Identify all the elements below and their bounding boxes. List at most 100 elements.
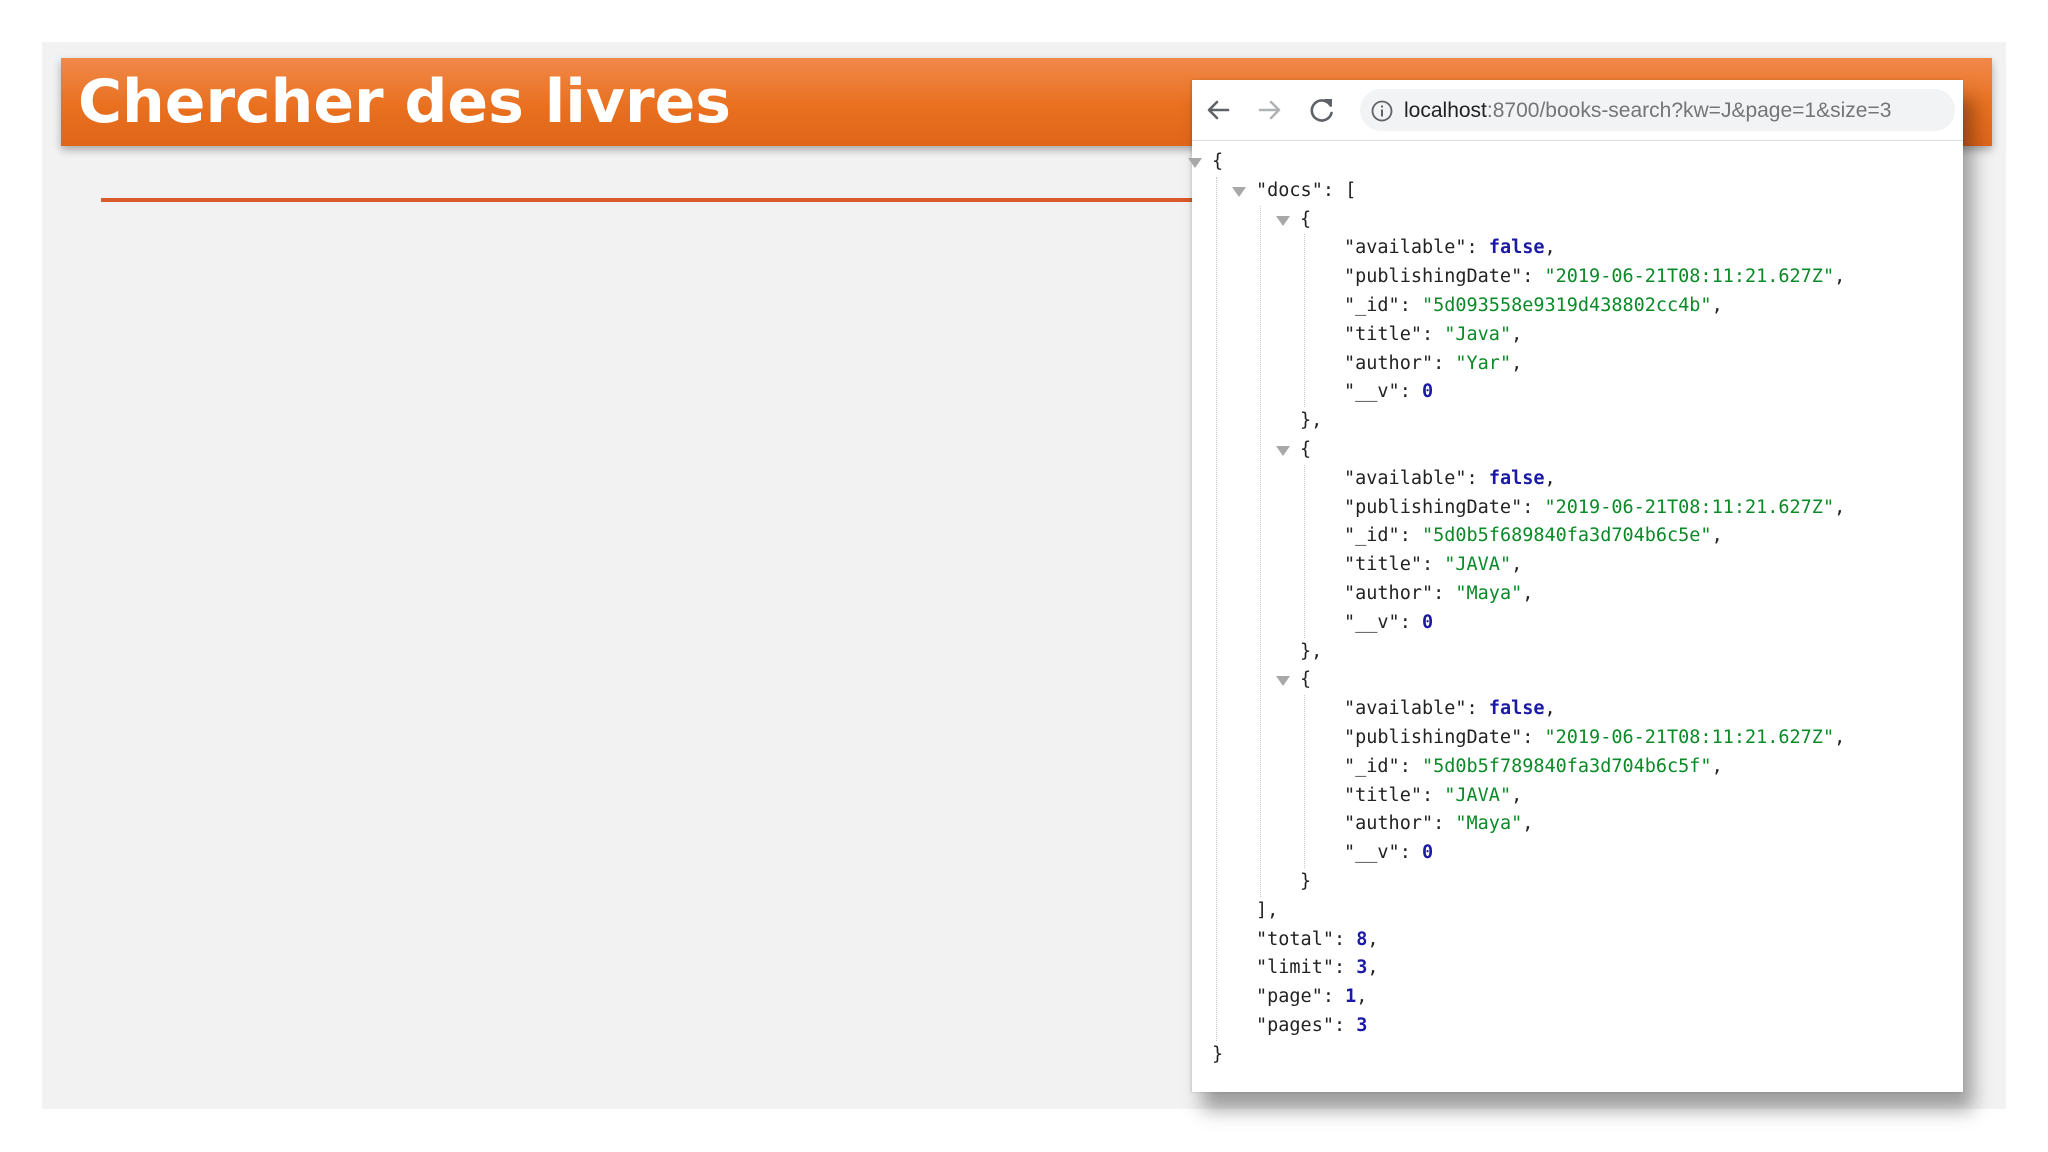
json-punctuation: :: [1399, 755, 1422, 777]
json-punctuation: ,: [1544, 698, 1556, 720]
json-punctuation: :: [1333, 1015, 1357, 1036]
json-punctuation: :: [1466, 698, 1489, 720]
json-punctuation: :: [1466, 467, 1489, 489]
json-key: "_id": [1344, 755, 1400, 777]
json-punctuation: ,: [1511, 323, 1523, 345]
json-punctuation: :: [1399, 525, 1422, 547]
title-underline: [101, 198, 1201, 202]
json-value: 1: [1345, 986, 1357, 1008]
indent-guide: [1260, 205, 1261, 897]
collapse-toggle-icon[interactable]: [1188, 158, 1202, 168]
json-value: 0: [1421, 842, 1434, 864]
indent-guide: [1304, 234, 1305, 408]
json-punctuation: : [: [1322, 179, 1357, 201]
json-punctuation: :: [1421, 554, 1445, 576]
json-key: "__v": [1344, 842, 1400, 864]
json-value: "2019-06-21T08:11:21.627Z": [1544, 266, 1835, 288]
json-punctuation: :: [1399, 611, 1422, 633]
collapse-toggle-icon[interactable]: [1276, 446, 1290, 456]
json-field: "author": "Yar",: [1344, 350, 1522, 378]
back-arrow-icon[interactable]: [1202, 94, 1234, 126]
json-value: false: [1488, 237, 1545, 259]
json-key: "title": [1344, 323, 1422, 345]
json-punctuation: ,: [1511, 784, 1523, 806]
url-host: localhost: [1404, 99, 1487, 122]
json-field: "publishingDate": "2019-06-21T08:11:21.6…: [1344, 263, 1845, 291]
json-field: "title": "Java",: [1344, 321, 1522, 349]
json-punctuation: :: [1333, 957, 1357, 979]
collapse-toggle-icon[interactable]: [1276, 676, 1290, 687]
json-punctuation: }: [1300, 871, 1312, 892]
json-object-open: {: [1300, 436, 1311, 464]
indent-guide: [1304, 464, 1305, 638]
json-viewer: { "docs": [ { "available": false, "publishin…: [1188, 146, 1963, 1086]
json-punctuation: {: [1300, 439, 1312, 460]
json-punctuation: },: [1300, 410, 1323, 432]
json-field: "_id": "5d0b5f689840fa3d704b6c5e",: [1344, 522, 1723, 550]
collapse-toggle-icon[interactable]: [1232, 186, 1246, 197]
json-punctuation: {: [1300, 669, 1312, 691]
json-punctuation: ,: [1544, 237, 1556, 259]
json-punctuation: ,: [1834, 727, 1846, 748]
json-punctuation: ,: [1522, 583, 1534, 604]
json-docs-close: ],: [1256, 897, 1278, 925]
json-docs-open: "docs": [: [1256, 177, 1356, 205]
json-punctuation: :: [1433, 352, 1456, 374]
info-icon[interactable]: [1370, 99, 1394, 123]
json-punctuation: :: [1522, 496, 1545, 518]
json-punctuation: :: [1522, 266, 1545, 288]
json-field: "author": "Maya",: [1344, 810, 1533, 838]
json-field: "page": 1,: [1256, 983, 1367, 1011]
json-root-open: {: [1212, 148, 1223, 176]
url-text[interactable]: localhost:8700/books-search?kw=J&page=1&…: [1404, 99, 1891, 123]
indent-guide: [1304, 695, 1305, 868]
json-field: "_id": "5d0b5f789840fa3d704b6c5f",: [1344, 753, 1723, 781]
json-field: "_id": "5d093558e9319d438802cc4b",: [1344, 292, 1723, 320]
json-key: "author": [1344, 352, 1434, 374]
reload-icon[interactable]: [1306, 94, 1338, 126]
json-root-close: }: [1212, 1041, 1223, 1069]
json-punctuation: :: [1522, 727, 1545, 748]
json-punctuation: :: [1421, 784, 1445, 806]
json-value: 3: [1356, 957, 1368, 979]
json-value: "Yar": [1455, 352, 1512, 374]
json-field: "author": "Maya",: [1344, 580, 1533, 608]
json-key: "author": [1344, 583, 1434, 604]
json-punctuation: :: [1433, 583, 1456, 604]
json-punctuation: ,: [1711, 525, 1723, 547]
slide-title: Chercher des livres: [78, 67, 731, 137]
json-value: 0: [1421, 381, 1434, 403]
json-value: "Maya": [1455, 813, 1523, 835]
json-key: "author": [1344, 813, 1434, 835]
json-field: "title": "JAVA",: [1344, 551, 1522, 579]
json-value: false: [1488, 467, 1545, 489]
json-value: "Java": [1444, 323, 1512, 345]
json-value: "5d093558e9319d438802cc4b": [1421, 295, 1712, 316]
json-punctuation: :: [1399, 842, 1422, 864]
address-bar[interactable]: localhost:8700/books-search?kw=J&page=1&…: [1360, 89, 1955, 131]
json-key: "_id": [1344, 525, 1400, 547]
json-value: false: [1488, 698, 1545, 720]
json-key: "available": [1344, 237, 1467, 259]
json-field: "available": false,: [1344, 695, 1556, 723]
json-key: "title": [1344, 554, 1422, 576]
json-field: "__v": 0: [1344, 378, 1433, 406]
json-punctuation: ,: [1511, 554, 1523, 576]
collapse-toggle-icon[interactable]: [1276, 215, 1290, 226]
json-punctuation: {: [1300, 208, 1312, 230]
json-field: "__v": 0: [1344, 609, 1433, 637]
json-value: "5d0b5f689840fa3d704b6c5e": [1421, 525, 1712, 547]
indent-guide: [1216, 176, 1217, 1041]
json-value: 0: [1421, 611, 1434, 633]
json-field: "total": 8,: [1256, 926, 1379, 954]
json-key: "title": [1344, 784, 1422, 806]
json-key: "limit": [1256, 957, 1334, 979]
json-key: "publishingDate": [1344, 266, 1523, 288]
json-punctuation: {: [1212, 151, 1224, 172]
json-key: "publishingDate": [1344, 496, 1523, 518]
json-field: "title": "JAVA",: [1344, 782, 1522, 810]
forward-arrow-icon[interactable]: [1254, 94, 1286, 126]
json-value: 8: [1356, 928, 1368, 950]
json-object-open: {: [1300, 206, 1311, 234]
json-key: "page": [1256, 986, 1323, 1008]
